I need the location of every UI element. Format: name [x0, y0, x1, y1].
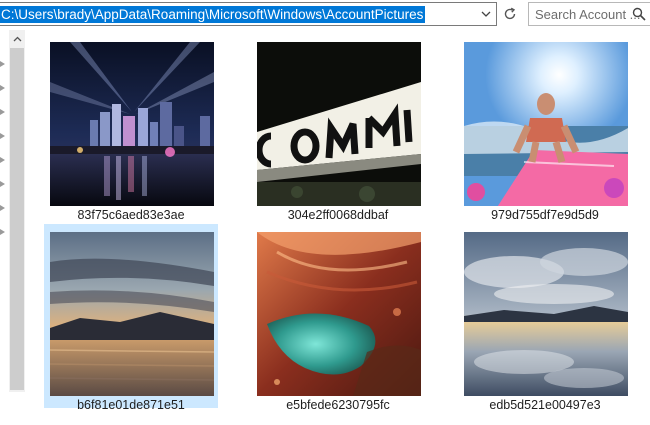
thumbnail-city-skyline[interactable]	[50, 42, 214, 206]
thumbnail-cloudy-reflection[interactable]	[464, 232, 628, 396]
expand-arrow-icon[interactable]	[0, 61, 5, 67]
navigation-scrollbar[interactable]	[9, 30, 25, 392]
expand-arrow-icon[interactable]	[0, 157, 5, 163]
search-placeholder[interactable]: Search Account ...	[535, 7, 641, 22]
scroll-thumb[interactable]	[10, 48, 24, 390]
refresh-icon[interactable]	[500, 3, 520, 25]
expand-arrow-icon[interactable]	[0, 85, 5, 91]
file-name[interactable]: 83f75c6aed83e3ae	[45, 208, 217, 222]
navigation-pane	[0, 30, 28, 425]
file-name[interactable]: e5bfede6230795fc	[252, 398, 424, 412]
file-name[interactable]: 979d755df7e9d5d9	[459, 208, 631, 222]
address-path[interactable]: C:\Users\brady\AppData\Roaming\Microsoft…	[0, 6, 426, 23]
expand-arrow-icon[interactable]	[0, 229, 5, 235]
thumbnail-sunset-lake[interactable]	[50, 232, 214, 396]
file-item[interactable]: edb5d521e00497e3	[458, 224, 632, 412]
file-item[interactable]: 83f75c6aed83e3ae	[44, 34, 218, 222]
file-name[interactable]: b6f81e01de871e51	[45, 398, 217, 412]
file-name[interactable]: edb5d521e00497e3	[459, 398, 631, 412]
expand-arrow-icon[interactable]	[0, 133, 5, 139]
expand-arrow-icon[interactable]	[0, 205, 5, 211]
file-grid: 83f75c6aed83e3ae 304e2ff0068ddbaf 979d75…	[28, 30, 650, 425]
thumbnail-illuminated-letters[interactable]	[257, 42, 421, 206]
thumbnail-surfer[interactable]	[464, 42, 628, 206]
toolbar: C:\Users\brady\AppData\Roaming\Microsoft…	[0, 0, 650, 30]
file-item[interactable]: e5bfede6230795fc	[251, 224, 425, 412]
search-box[interactable]: Search Account ...	[528, 2, 650, 26]
file-name[interactable]: 304e2ff0068ddbaf	[252, 208, 424, 222]
file-item[interactable]: 979d755df7e9d5d9	[458, 34, 632, 222]
search-icon[interactable]	[632, 7, 646, 26]
chevron-down-icon[interactable]	[476, 3, 496, 25]
file-item-selected[interactable]: b6f81e01de871e51	[44, 224, 218, 412]
thumbnail-canyon-pool[interactable]	[257, 232, 421, 396]
address-bar[interactable]: C:\Users\brady\AppData\Roaming\Microsoft…	[0, 2, 497, 26]
expand-arrow-icon[interactable]	[0, 181, 5, 187]
expand-arrow-icon[interactable]	[0, 109, 5, 115]
file-item[interactable]: 304e2ff0068ddbaf	[251, 34, 425, 222]
scroll-up-arrow-icon[interactable]	[9, 32, 25, 46]
